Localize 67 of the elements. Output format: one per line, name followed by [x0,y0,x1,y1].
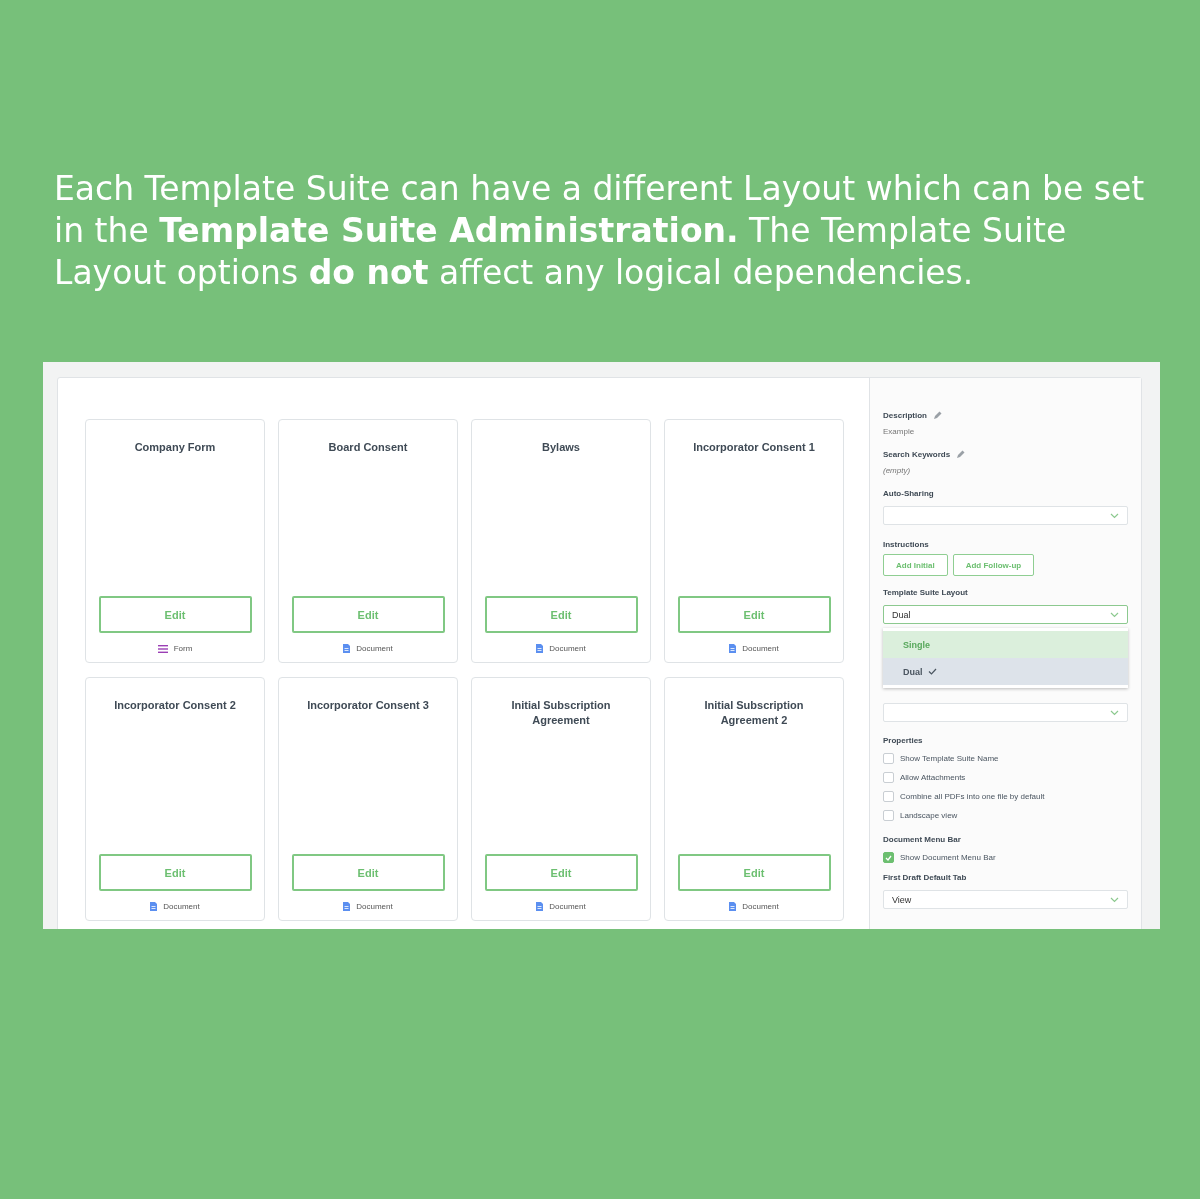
edit-button[interactable]: Edit [98,596,252,633]
document-icon [343,644,351,653]
field-label: Properties [883,736,923,745]
edit-button[interactable]: Edit [291,596,445,633]
field-label: Document Menu Bar [883,835,961,844]
instruction-button[interactable]: Add Follow-up [952,554,1035,576]
edit-button[interactable]: Edit [98,854,252,891]
field-label: Instructions [883,540,929,549]
template-type: Form [173,644,193,653]
chevron-down-icon [1110,512,1119,519]
template-type: Document [356,902,393,911]
edit-button[interactable]: Edit [484,596,638,633]
headline: Each Template Suite can have a different Layout which can be set in the Template Suite Administration. The Template Suite Layout options do not affect any logical dependencies. [54,168,1146,294]
checkbox-label: Landscape view [900,811,958,820]
pencil-icon[interactable] [933,411,942,420]
document-icon [536,902,544,911]
chevron-down-icon [1110,896,1119,903]
template-type: Document [163,902,200,911]
chevron-down-icon [1110,709,1119,716]
categories-select[interactable] [883,703,1128,722]
document-icon [729,644,737,653]
checkbox[interactable] [883,791,894,802]
chevron-down-icon [1110,611,1119,618]
checkbox-label: Combine all PDFs into one file by default [900,792,1045,801]
field-label: First Draft Default Tab [883,873,967,882]
template-type: Document [742,644,779,653]
template-type: Document [549,902,586,911]
template-title: Incorporator Consent 3 [306,698,430,713]
auto-sharing-select[interactable] [883,506,1128,525]
edit-button[interactable]: Edit [484,854,638,891]
edit-button[interactable]: Edit [677,854,831,891]
edit-button[interactable]: Edit [291,854,445,891]
checkbox[interactable] [883,772,894,783]
check-icon [927,668,937,675]
checkbox-label: Show Template Suite Name [900,754,999,763]
document-icon [343,902,351,911]
document-icon [729,902,737,911]
default-tab-select[interactable]: View [883,890,1128,909]
template-title: Initial Subscription Agreement [510,698,612,728]
template-title: Initial Subscription Agreement 2 [703,698,805,728]
dropdown-option[interactable]: Dual [883,658,1128,685]
template-title: Company Form [133,440,217,455]
checkbox[interactable] [883,852,894,863]
template-type: Document [742,902,779,911]
template-title: Incorporator Consent 1 [692,440,816,455]
dropdown-option[interactable]: Single [883,631,1128,658]
field-label: Description [883,411,927,420]
field-label: Auto-Sharing [883,489,934,498]
document-icon [150,902,158,911]
field-value: Example [883,427,916,436]
template-title: Incorporator Consent 2 [113,698,237,713]
checkbox[interactable] [883,753,894,764]
document-icon [536,644,544,653]
pencil-icon[interactable] [956,450,966,459]
instruction-button[interactable]: Add Initial [883,554,948,576]
checkbox[interactable] [883,810,894,821]
checkbox-label: Show Document Menu Bar [900,853,996,862]
edit-button[interactable]: Edit [677,596,831,633]
template-title: Bylaws [541,440,581,455]
field-label: Search Keywords [883,450,951,459]
template-type: Document [549,644,586,653]
template-type: Document [356,644,393,653]
checkbox-label: Allow Attachments [900,773,966,782]
field-label: Template Suite Layout [883,588,968,597]
template-title: Board Consent [327,440,409,455]
field-value: (empty) [883,466,912,475]
list-icon [157,644,168,653]
